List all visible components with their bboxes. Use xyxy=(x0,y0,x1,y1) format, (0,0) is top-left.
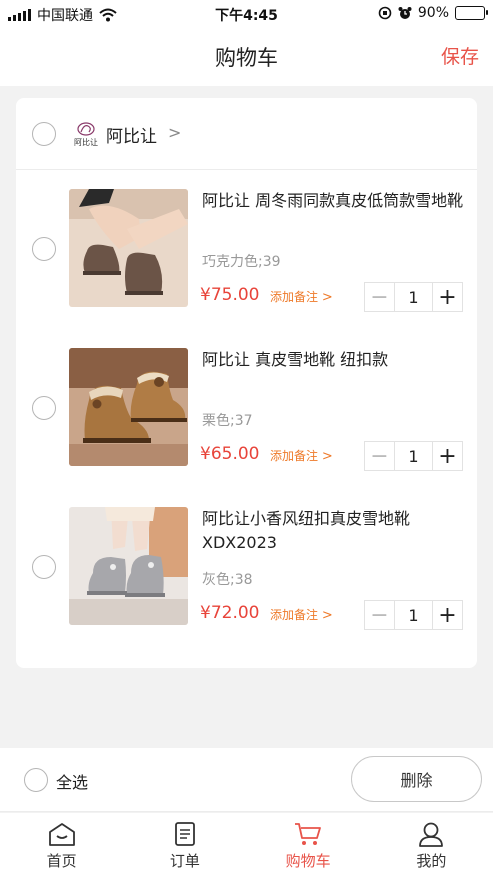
product-image[interactable] xyxy=(69,348,188,466)
shop-select-radio[interactable] xyxy=(32,122,56,146)
rotation-lock-icon xyxy=(378,6,392,20)
increase-quantity-button[interactable]: + xyxy=(432,283,462,311)
battery-icon xyxy=(455,6,488,20)
increase-quantity-button[interactable]: + xyxy=(432,601,462,629)
tab-label: 购物车 xyxy=(285,852,331,870)
quantity-value[interactable]: 1 xyxy=(395,442,432,470)
tab-profile[interactable]: 我的 xyxy=(370,813,493,879)
add-remark-link[interactable]: 添加备注 > xyxy=(270,606,333,623)
cart-icon xyxy=(295,823,322,845)
increase-quantity-button[interactable]: + xyxy=(432,442,462,470)
cart-item: 阿比让 周冬雨同款真皮低筒款雪地靴 巧克力色;39 ¥75.00 添加备注 > … xyxy=(16,171,477,330)
product-title[interactable]: 阿比让小香风纽扣真皮雪地靴 XDX2023 xyxy=(202,507,467,555)
nav-bar: 购物车 保存 xyxy=(0,28,493,86)
product-price: ¥65.00 xyxy=(200,444,260,464)
shop-logo: 阿比让 xyxy=(74,122,98,147)
add-remark-label: 添加备注 xyxy=(270,608,319,622)
decrease-quantity-button[interactable]: − xyxy=(365,601,395,629)
home-icon xyxy=(48,823,75,846)
select-all-radio[interactable] xyxy=(24,768,48,792)
decrease-quantity-button[interactable]: − xyxy=(365,442,395,470)
add-remark-link[interactable]: 添加备注 > xyxy=(270,288,333,305)
tab-label: 我的 xyxy=(416,852,447,870)
tab-label: 首页 xyxy=(46,852,77,870)
product-image[interactable] xyxy=(69,189,188,307)
product-image[interactable] xyxy=(69,507,188,625)
select-all-label[interactable]: 全选 xyxy=(56,769,88,793)
item-select-radio[interactable] xyxy=(32,396,56,420)
add-remark-link[interactable]: 添加备注 > xyxy=(270,447,333,464)
chevron-right-icon: > xyxy=(321,608,333,623)
page-title: 购物车 xyxy=(215,46,278,70)
shop-name[interactable]: 阿比让 xyxy=(106,122,157,147)
cart-action-bar: 全选 删除 xyxy=(0,748,493,812)
tab-cart[interactable]: 购物车 xyxy=(247,813,370,879)
quantity-stepper: − 1 + xyxy=(364,600,463,630)
cart-item: 阿比让 真皮雪地靴 纽扣款 栗色;37 ¥65.00 添加备注 > − 1 + xyxy=(16,330,477,489)
item-select-radio[interactable] xyxy=(32,555,56,579)
product-spec: 栗色;37 xyxy=(202,413,253,429)
quantity-value[interactable]: 1 xyxy=(395,283,432,311)
tab-label: 订单 xyxy=(169,852,200,870)
delete-button[interactable]: 删除 xyxy=(351,756,482,802)
cart-item: 阿比让小香风纽扣真皮雪地靴 XDX2023 灰色;38 ¥72.00 添加备注 … xyxy=(16,489,477,648)
cart-card: 阿比让 阿比让 > 阿比让 周冬雨同款真皮低筒款雪地靴 巧克力色;39 ¥75.… xyxy=(16,98,477,668)
save-button[interactable]: 保存 xyxy=(441,42,479,69)
shop-logo-text: 阿比让 xyxy=(74,137,98,147)
product-spec: 巧克力色;39 xyxy=(202,254,281,270)
battery-percent: 90% xyxy=(417,5,449,21)
user-icon xyxy=(419,822,444,847)
shop-header[interactable]: 阿比让 阿比让 > xyxy=(16,98,477,170)
status-right: 90% xyxy=(378,5,488,21)
product-spec: 灰色;38 xyxy=(202,572,253,588)
tab-orders[interactable]: 订单 xyxy=(123,813,246,879)
product-price: ¥72.00 xyxy=(200,603,260,623)
tab-home[interactable]: 首页 xyxy=(0,813,123,879)
add-remark-label: 添加备注 xyxy=(270,449,319,463)
alarm-icon xyxy=(398,7,412,19)
chevron-right-icon: > xyxy=(321,290,333,305)
add-remark-label: 添加备注 xyxy=(270,290,319,304)
quantity-value[interactable]: 1 xyxy=(395,601,432,629)
status-bar: 中国联通 下午4:45 90% xyxy=(0,0,493,28)
item-select-radio[interactable] xyxy=(32,237,56,261)
quantity-stepper: − 1 + xyxy=(364,441,463,471)
product-price: ¥75.00 xyxy=(200,285,260,305)
decrease-quantity-button[interactable]: − xyxy=(365,283,395,311)
chevron-right-icon: > xyxy=(321,449,333,464)
tab-bar: 首页 订单 购物车 我的 xyxy=(0,813,493,879)
product-title[interactable]: 阿比让 周冬雨同款真皮低筒款雪地靴 xyxy=(202,189,467,213)
product-title[interactable]: 阿比让 真皮雪地靴 纽扣款 xyxy=(202,348,467,372)
order-icon xyxy=(174,822,195,846)
quantity-stepper: − 1 + xyxy=(364,282,463,312)
chevron-right-icon[interactable]: > xyxy=(168,123,181,142)
